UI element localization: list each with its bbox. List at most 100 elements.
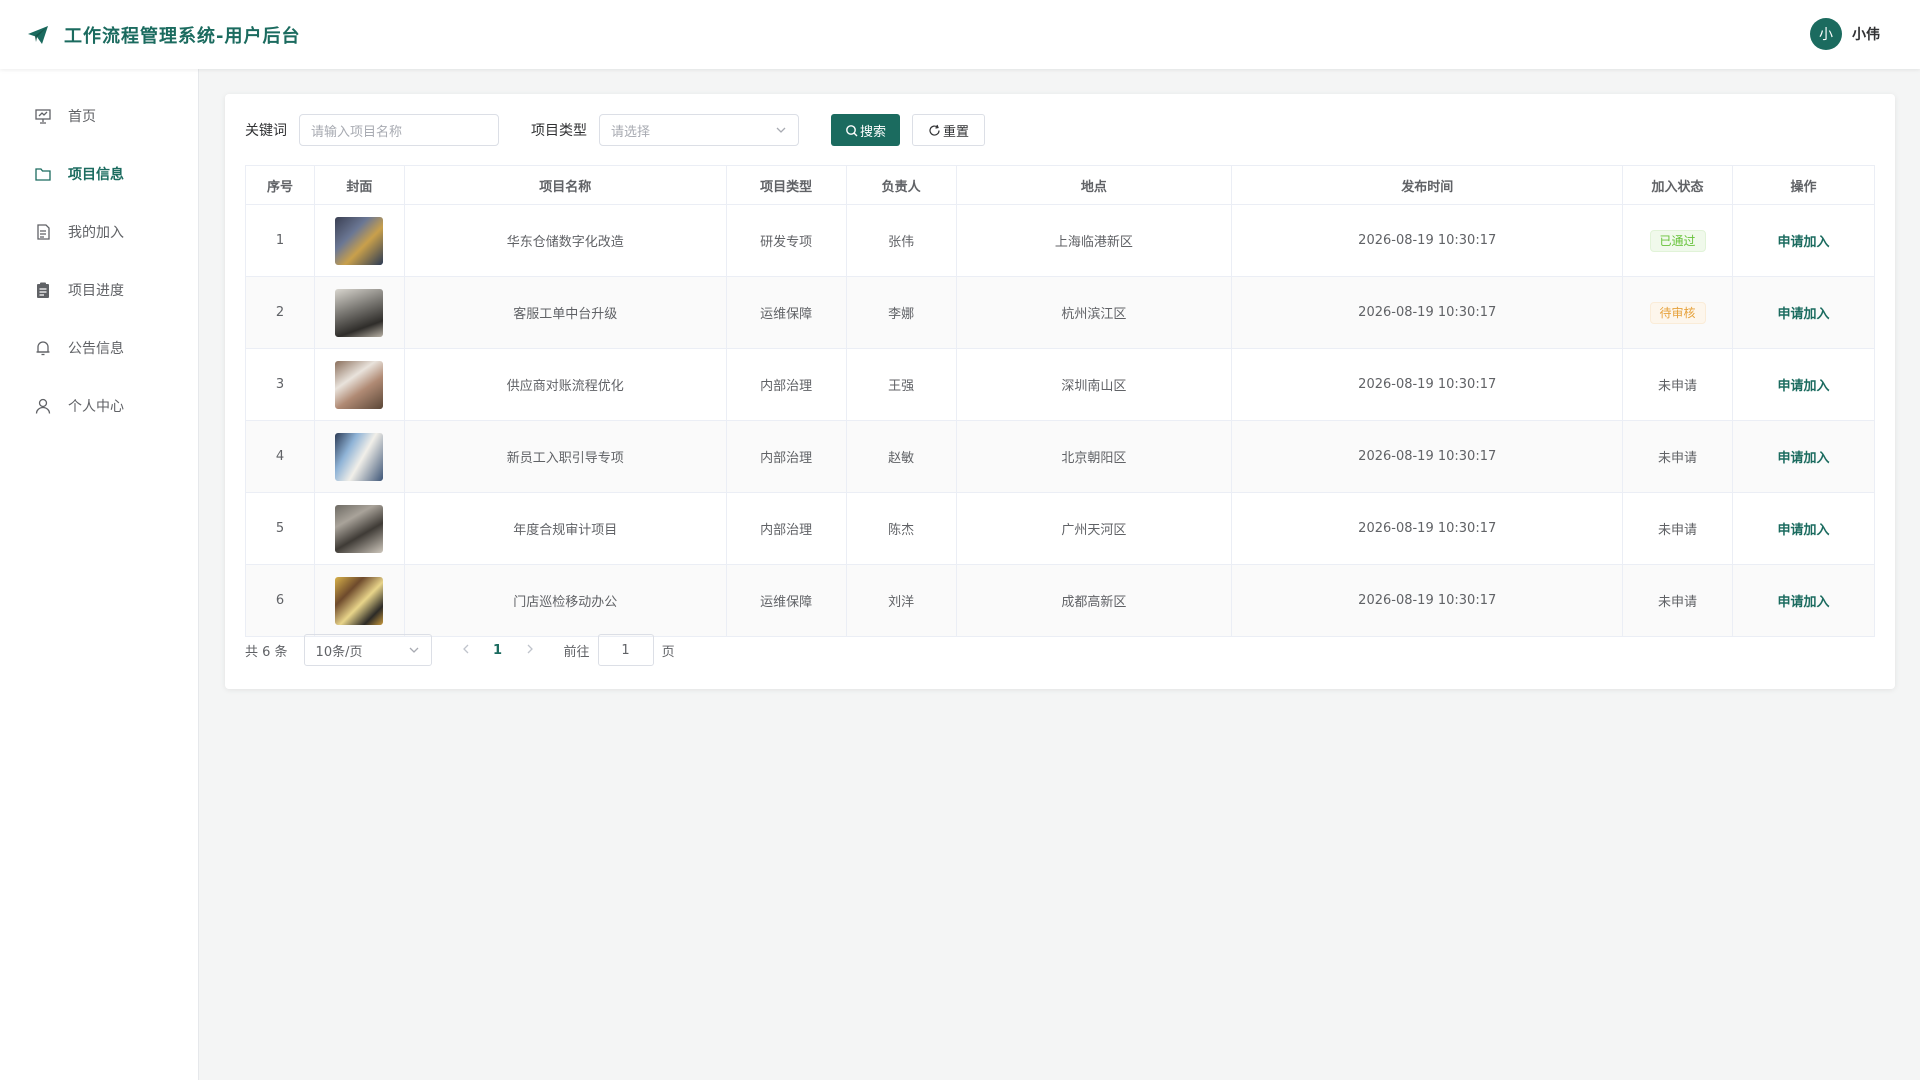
apply-join-link[interactable]: 申请加入 — [1778, 595, 1830, 610]
search-button[interactable]: 搜索 — [831, 114, 901, 146]
cover-image[interactable] — [335, 576, 384, 625]
cell-type: 内部治理 — [725, 348, 847, 421]
cell-location: 深圳南山区 — [955, 348, 1233, 421]
document-icon — [34, 223, 52, 241]
column-header: 加入状态 — [1622, 165, 1734, 205]
user-name[interactable]: 小伟 — [1852, 24, 1880, 44]
cell-location: 北京朝阳区 — [955, 420, 1233, 493]
sidebar-item-progress[interactable]: 项目进度 — [0, 261, 198, 319]
cell-time: 2026-08-19 10:30:17 — [1231, 204, 1624, 277]
page-size-select[interactable]: 10条/页 — [303, 634, 432, 666]
chevron-down-icon — [776, 127, 786, 133]
sidebar-item-my-joined[interactable]: 我的加入 — [0, 203, 198, 261]
sidebar-item-label: 首页 — [68, 109, 96, 125]
cell-owner: 赵敏 — [845, 420, 957, 493]
cell-cover — [313, 492, 405, 565]
cell-owner: 李娜 — [845, 276, 957, 349]
search-button-label: 搜索 — [860, 124, 887, 140]
page-number-current[interactable]: 1 — [482, 643, 514, 658]
cell-type: 内部治理 — [725, 420, 847, 493]
cell-action: 申请加入 — [1732, 420, 1875, 493]
cell-owner: 刘洋 — [845, 564, 957, 637]
sidebar-item-notice[interactable]: 公告信息 — [0, 319, 198, 377]
next-page-button[interactable] — [514, 643, 546, 658]
paper-plane-icon — [28, 25, 48, 44]
cell-cover — [313, 564, 405, 637]
chevron-right-icon — [527, 644, 533, 653]
table-row: 5 年度合规审计项目 内部治理 陈杰 广州天河区 2026-08-19 10:3… — [245, 492, 1875, 565]
sidebar-item-home[interactable]: 首页 — [0, 87, 198, 145]
sidebar-item-label: 公告信息 — [68, 341, 124, 357]
cell-time: 2026-08-19 10:30:17 — [1231, 348, 1624, 421]
apply-join-link[interactable]: 申请加入 — [1778, 523, 1830, 538]
sidebar: 首页 项目信息 我的加入 项目进度 公告信息 个人中心 — [0, 69, 199, 1080]
project-table: 序号 封面 项目名称 项目类型 负责人 地点 发布时间 加入状态 操作 1 华东… — [245, 165, 1875, 637]
cell-action: 申请加入 — [1732, 492, 1875, 565]
cell-index: 6 — [245, 564, 315, 637]
folder-icon — [34, 165, 52, 183]
cell-time: 2026-08-19 10:30:17 — [1231, 564, 1624, 637]
column-header: 发布时间 — [1231, 165, 1624, 205]
cell-time: 2026-08-19 10:30:17 — [1231, 492, 1624, 565]
search-icon — [846, 124, 858, 136]
prev-page-button[interactable] — [450, 643, 482, 658]
top-header: 工作流程管理系统-用户后台 小 小伟 — [0, 0, 1920, 69]
table-header-row: 序号 封面 项目名称 项目类型 负责人 地点 发布时间 加入状态 操作 — [245, 165, 1875, 205]
cover-image[interactable] — [335, 288, 384, 337]
cell-owner: 陈杰 — [845, 492, 957, 565]
goto-page-input[interactable]: 1 — [597, 634, 654, 666]
cell-type: 运维保障 — [725, 276, 847, 349]
cell-action: 申请加入 — [1732, 276, 1875, 349]
keyword-input[interactable]: 请输入项目名称 — [299, 114, 499, 146]
cell-name: 新员工入职引导专项 — [403, 420, 727, 493]
cell-cover — [313, 276, 405, 349]
apply-join-link[interactable]: 申请加入 — [1778, 451, 1830, 466]
status-badge: 待审核 — [1649, 301, 1706, 324]
cell-cover — [313, 204, 405, 277]
page-suffix: 页 — [661, 644, 675, 660]
avatar[interactable]: 小 — [1810, 18, 1842, 50]
cell-location: 广州天河区 — [955, 492, 1233, 565]
table-row: 2 客服工单中台升级 运维保障 李娜 杭州滨江区 2026-08-19 10:3… — [245, 276, 1875, 349]
project-type-select[interactable]: 请选择 — [599, 114, 799, 146]
apply-join-link[interactable]: 申请加入 — [1778, 235, 1830, 250]
presentation-icon — [34, 107, 52, 125]
reset-button[interactable]: 重置 — [912, 114, 986, 146]
sidebar-item-profile[interactable]: 个人中心 — [0, 377, 198, 435]
cell-type: 运维保障 — [725, 564, 847, 637]
reset-button-label: 重置 — [943, 124, 970, 140]
cell-index: 3 — [245, 348, 315, 421]
cell-status: 待审核 — [1622, 276, 1734, 349]
cell-location: 上海临港新区 — [955, 204, 1233, 277]
cell-name: 门店巡检移动办公 — [403, 564, 727, 637]
apply-join-link[interactable]: 申请加入 — [1778, 307, 1830, 322]
pagination: 共 6 条 10条/页 1 前往 1 页 — [245, 634, 675, 666]
cell-type: 内部治理 — [725, 492, 847, 565]
cover-image[interactable] — [335, 432, 384, 481]
cell-time: 2026-08-19 10:30:17 — [1231, 276, 1624, 349]
chevron-left-icon — [462, 644, 469, 653]
table-row: 4 新员工入职引导专项 内部治理 赵敏 北京朝阳区 2026-08-19 10:… — [245, 420, 1875, 493]
cell-owner: 张伟 — [845, 204, 957, 277]
cover-image[interactable] — [335, 216, 384, 265]
app-title: 工作流程管理系统-用户后台 — [64, 25, 301, 47]
cover-image[interactable] — [335, 360, 384, 409]
cell-name: 年度合规审计项目 — [403, 492, 727, 565]
cover-image[interactable] — [335, 504, 384, 553]
apply-join-link[interactable]: 申请加入 — [1778, 379, 1830, 394]
cell-cover — [313, 348, 405, 421]
cell-index: 4 — [245, 420, 315, 493]
chevron-down-icon — [409, 647, 419, 653]
project-list-card: 关键词 请输入项目名称 项目类型 请选择 搜索 重置 序号 封面 项目名称 项目… — [225, 94, 1895, 689]
sidebar-item-project-info[interactable]: 项目信息 — [0, 145, 198, 203]
cell-name: 华东仓储数字化改造 — [403, 204, 727, 277]
column-header: 操作 — [1732, 165, 1875, 205]
cell-status: 未申请 — [1622, 348, 1734, 421]
filter-bar: 关键词 请输入项目名称 项目类型 请选择 搜索 重置 — [245, 114, 986, 146]
table-row: 6 门店巡检移动办公 运维保障 刘洋 成都高新区 2026-08-19 10:3… — [245, 564, 1875, 637]
cell-index: 5 — [245, 492, 315, 565]
column-header: 序号 — [245, 165, 315, 205]
cell-type: 研发专项 — [725, 204, 847, 277]
user-menu[interactable]: 小 小伟 — [1810, 18, 1880, 50]
cell-action: 申请加入 — [1732, 564, 1875, 637]
